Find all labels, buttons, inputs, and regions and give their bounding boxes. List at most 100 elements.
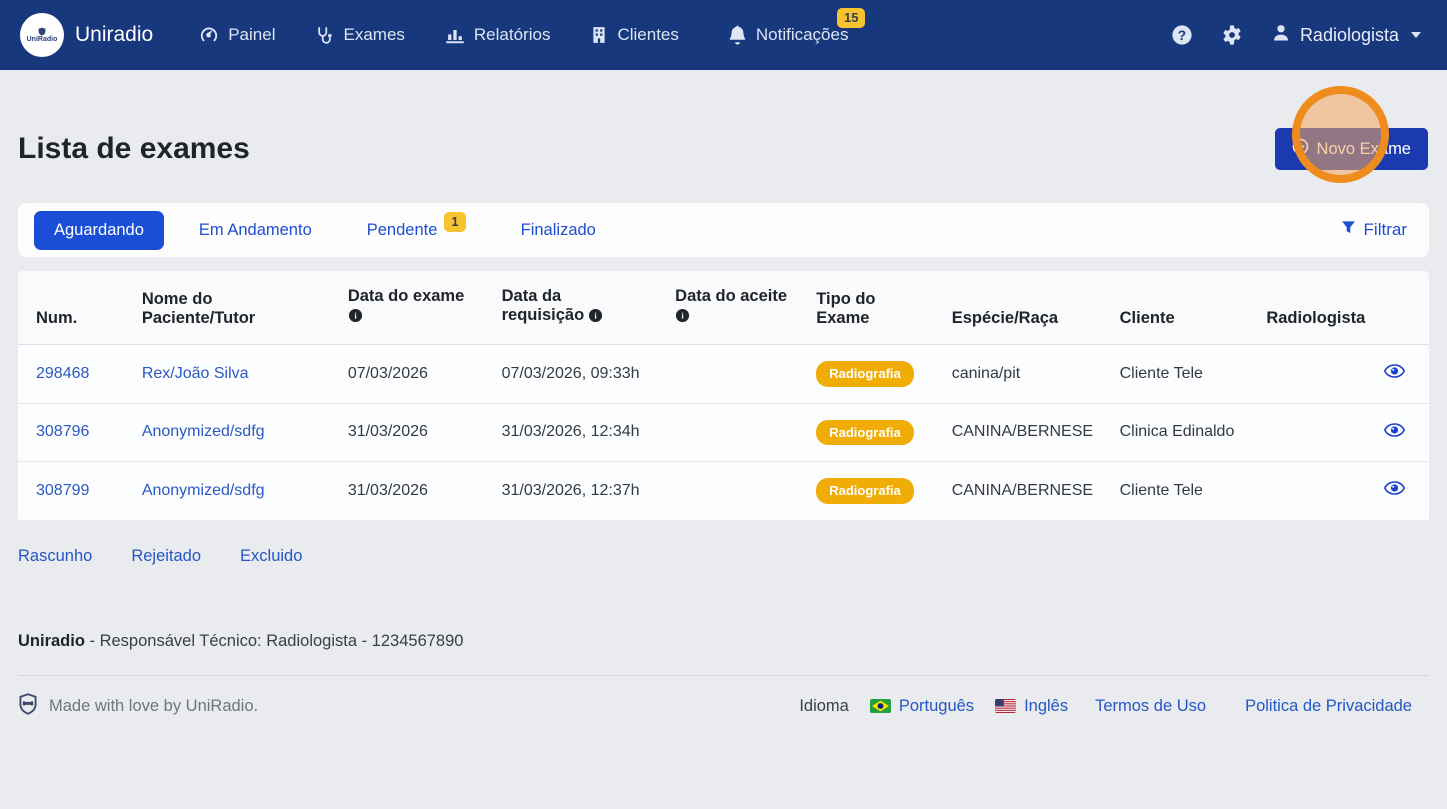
info-icon[interactable]: i — [675, 308, 690, 328]
language-english[interactable]: Inglês — [995, 697, 1068, 716]
novo-exame-button[interactable]: Novo Exame — [1274, 128, 1428, 170]
col-header-num: Num. — [18, 271, 124, 345]
footer-divider — [18, 674, 1429, 676]
accept-date-cell — [657, 403, 799, 463]
exam-type-badge: Radiografia — [816, 361, 914, 387]
tab-pendente[interactable]: Pendente 1 — [347, 210, 486, 250]
logo-text: UniRadio — [26, 36, 58, 43]
language-portuguese-label: Português — [898, 696, 975, 715]
pendente-count-badge: 1 — [444, 211, 466, 233]
footer-bar: Made with love by UniRadio. Idioma Portu… — [18, 693, 1429, 720]
user-icon — [1271, 23, 1291, 48]
request-date-cell: 07/03/2026, 09:33h — [483, 344, 658, 404]
novo-exame-label: Novo Exame — [1316, 139, 1411, 158]
brand-name[interactable]: Uniradio — [75, 23, 153, 47]
client-cell: Cliente Tele — [1101, 461, 1249, 521]
client-cell: Clinica Edinaldo — [1101, 403, 1249, 463]
col-header-client: Cliente — [1101, 271, 1249, 345]
exam-number-link[interactable]: 298468 — [36, 365, 89, 382]
request-date-cell: 31/03/2026, 12:34h — [483, 403, 658, 463]
client-cell: Cliente Tele — [1101, 344, 1249, 404]
exam-date-cell: 31/03/2026 — [329, 403, 484, 463]
table-row: 308796 Anonymized/sdfg 31/03/2026 31/03/… — [18, 403, 1429, 463]
patient-link[interactable]: Anonymized/sdfg — [142, 482, 265, 499]
accept-date-cell — [657, 461, 799, 521]
col-header-accept-date: Data do aceite i — [657, 271, 799, 345]
responsible-text: - Responsável Técnico: Radiologista - 12… — [89, 631, 464, 650]
species-cell: canina/pit — [933, 344, 1102, 404]
tab-label: Aguardando — [54, 220, 144, 239]
view-exam-eye-icon[interactable] — [1383, 364, 1406, 383]
usa-flag-icon — [995, 699, 1017, 714]
nav-item-notificacoes[interactable]: Notificações 15 — [728, 8, 866, 45]
tab-aguardando[interactable]: Aguardando — [34, 210, 164, 250]
made-with-love-text: Made with love by UniRadio. — [49, 696, 259, 715]
nav-item-clientes[interactable]: Clientes — [590, 25, 687, 45]
col-header-exam-type: Tipo do Exame — [798, 271, 934, 345]
filter-label: Filtrar — [1363, 220, 1407, 239]
col-header-species: Espécie/Raça — [933, 271, 1102, 345]
responsible-brand: Uniradio — [18, 631, 85, 650]
exam-type-badge: Radiografia — [816, 419, 914, 446]
filter-button[interactable]: Filtrar — [1335, 219, 1413, 241]
privacy-policy-link[interactable]: Politica de Privacidade — [1245, 697, 1412, 716]
view-exam-eye-icon[interactable] — [1383, 481, 1406, 500]
exam-date-cell: 31/03/2026 — [329, 461, 484, 521]
exam-date-cell: 07/03/2026 — [329, 344, 484, 404]
language-portuguese[interactable]: Português — [869, 696, 975, 716]
tab-label: Finalizado — [520, 220, 596, 239]
nav-item-label: Exames — [343, 25, 405, 44]
table-row: 298468 Rex/João Silva 07/03/2026 07/03/2… — [18, 344, 1429, 404]
species-cell: CANINA/BERNESE — [933, 403, 1102, 463]
exams-table: Num. Nome do Paciente/Tutor Data do exam… — [18, 271, 1429, 521]
col-header-radiologist: Radiologista — [1248, 271, 1429, 345]
uniradio-logo[interactable]: UniRadio — [20, 13, 64, 57]
info-icon[interactable]: i — [348, 308, 363, 328]
uniradio-shield-icon — [18, 693, 38, 720]
patient-link[interactable]: Rex/João Silva — [142, 365, 249, 382]
user-menu-label: Radiologista — [1299, 24, 1399, 45]
view-exam-eye-icon[interactable] — [1383, 423, 1406, 442]
nav-item-label: Clientes — [617, 25, 679, 44]
col-header-request-date: Data da requisição i — [483, 271, 658, 345]
nav-item-painel[interactable]: Painel — [199, 25, 275, 45]
terms-of-use-link[interactable]: Termos de Uso — [1095, 697, 1206, 716]
responsible-technician-line: Uniradio - Responsável Técnico: Radiolog… — [18, 632, 1429, 651]
patient-link[interactable]: Anonymized/sdfg — [142, 423, 265, 440]
link-excluido[interactable]: Excluido — [240, 547, 302, 566]
bell-icon — [728, 25, 747, 45]
gauge-icon — [199, 25, 219, 45]
help-button[interactable]: ? — [1171, 24, 1193, 46]
extra-status-links: Rascunho Rejeitado Excluido — [18, 547, 1429, 566]
status-tabs-bar: Aguardando Em Andamento Pendente 1 Final… — [18, 203, 1429, 257]
bar-chart-icon — [445, 25, 465, 45]
nav-item-label: Notificações — [755, 25, 849, 44]
user-menu[interactable]: Radiologista — [1271, 23, 1421, 48]
exam-number-link[interactable]: 308796 — [36, 423, 89, 440]
tab-label: Em Andamento — [198, 220, 312, 239]
notifications-count-badge: 15 — [837, 8, 866, 29]
stethoscope-icon — [315, 25, 334, 45]
exams-table-card: Num. Nome do Paciente/Tutor Data do exam… — [18, 271, 1429, 521]
tab-finalizado[interactable]: Finalizado — [501, 211, 616, 250]
nav-item-relatorios[interactable]: Relatórios — [445, 25, 550, 45]
brazil-flag-icon — [869, 699, 891, 714]
link-rascunho[interactable]: Rascunho — [18, 547, 92, 566]
col-header-patient: Nome do Paciente/Tutor — [123, 271, 330, 345]
logo-shield-icon — [38, 27, 46, 36]
exam-number-link[interactable]: 308799 — [36, 482, 89, 499]
plus-circle-icon — [1292, 138, 1309, 160]
accept-date-cell — [657, 344, 799, 404]
page-title: Lista de exames — [18, 132, 250, 165]
link-rejeitado[interactable]: Rejeitado — [131, 547, 201, 566]
nav-item-exames[interactable]: Exames — [315, 25, 405, 45]
table-header-row: Num. Nome do Paciente/Tutor Data do exam… — [18, 271, 1429, 345]
table-row: 308799 Anonymized/sdfg 31/03/2026 31/03/… — [18, 461, 1429, 521]
top-navbar: UniRadio Uniradio Painel Exames Relatóri… — [0, 0, 1447, 70]
species-cell: CANINA/BERNESE — [933, 461, 1102, 521]
language-english-label: Inglês — [1024, 696, 1069, 715]
settings-gear-button[interactable] — [1221, 24, 1243, 46]
info-icon[interactable]: i — [588, 308, 603, 328]
tab-em-andamento[interactable]: Em Andamento — [179, 211, 332, 250]
col-header-exam-date: Data do exame i — [329, 271, 484, 345]
